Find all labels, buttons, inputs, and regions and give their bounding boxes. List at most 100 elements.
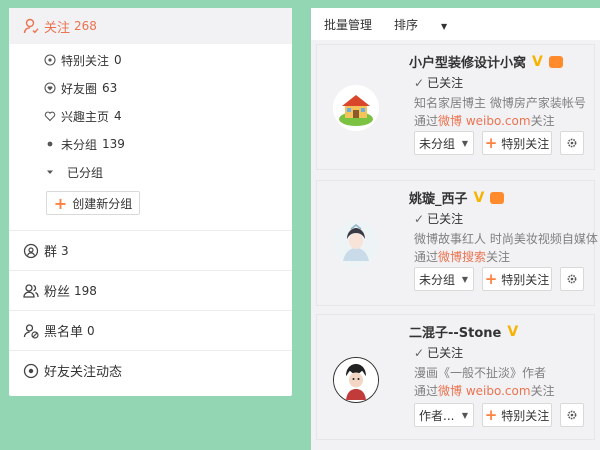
followed-status: ✓ 已关注 bbox=[414, 74, 463, 91]
user-name[interactable]: 姚璇_西子 V bbox=[409, 188, 505, 207]
avatar[interactable] bbox=[333, 85, 379, 131]
vip-crown-icon bbox=[548, 55, 563, 68]
user-name[interactable]: 小户型装修设计小窝 V bbox=[409, 52, 563, 71]
caret-down-icon bbox=[43, 167, 57, 177]
sub-item-label: 特别关注 bbox=[61, 53, 110, 68]
nav-group-label: 好友关注动态 bbox=[44, 365, 123, 380]
blacklist-icon bbox=[22, 322, 40, 340]
check-icon: ✓ bbox=[414, 346, 425, 360]
followed-label: 已关注 bbox=[427, 212, 464, 226]
sub-item-label: 好友圈 bbox=[61, 81, 98, 96]
via-prefix: 通过 bbox=[414, 114, 439, 128]
verified-v-icon: V bbox=[532, 53, 543, 70]
caret-down-icon: ▼ bbox=[461, 410, 468, 420]
follow-list-panel: 批量管理 排序 ▼ 小户型装修设计小窝 V ✓ 已关注 知名家居博主 微博房产家装帐… bbox=[311, 8, 600, 450]
special-follow-label: 特别关注 bbox=[501, 272, 550, 287]
sort-dropdown[interactable]: 排序 ▼ bbox=[394, 16, 469, 33]
check-icon: ✓ bbox=[414, 76, 425, 90]
avatar[interactable] bbox=[333, 221, 379, 267]
nav-fans[interactable]: 粉丝 198 bbox=[9, 270, 292, 310]
card-actions: 未分组 ▼ + 特别关注 bbox=[414, 267, 584, 291]
fans-icon bbox=[22, 282, 40, 300]
caret-down-icon: ▼ bbox=[461, 138, 468, 148]
list-toolbar: 批量管理 排序 ▼ bbox=[311, 8, 600, 40]
sub-item-grouped[interactable]: 已分组 bbox=[9, 158, 292, 186]
group-select[interactable]: 未分组 ▼ bbox=[414, 267, 474, 291]
avatar[interactable] bbox=[333, 357, 379, 403]
sub-item-ungrouped[interactable]: 未分组 139 bbox=[9, 130, 292, 158]
nav-following-label: 关注 bbox=[44, 20, 71, 36]
create-group-label: 创建新分组 bbox=[72, 196, 133, 211]
nav-group-label: 黑名单 bbox=[44, 325, 84, 340]
group-select-value: 作者... bbox=[419, 408, 455, 423]
via-source-link[interactable]: 微博 weibo.com bbox=[438, 384, 531, 398]
sub-item-count: 0 bbox=[114, 53, 122, 67]
sub-item-count: 4 bbox=[114, 109, 122, 123]
sub-item-label: 已分组 bbox=[67, 165, 104, 180]
nav-group-label: 群 bbox=[44, 245, 58, 260]
nav-friend-activity[interactable]: 好友关注动态 bbox=[9, 350, 292, 390]
card-actions: 未分组 ▼ + 特别关注 bbox=[414, 131, 584, 155]
group-select[interactable]: 作者... ▼ bbox=[414, 403, 474, 427]
caret-down-icon: ▼ bbox=[441, 21, 448, 31]
heart-outline-icon bbox=[43, 110, 57, 122]
settings-button[interactable] bbox=[560, 131, 584, 155]
group-chat-icon bbox=[22, 242, 40, 260]
nav-following[interactable]: 关注 268 bbox=[9, 8, 292, 44]
user-description: 漫画《一般不扯淡》作者 bbox=[414, 366, 547, 380]
followed-label: 已关注 bbox=[427, 346, 464, 360]
sub-item-count: 63 bbox=[102, 81, 118, 95]
via-prefix: 通过 bbox=[414, 250, 439, 264]
special-follow-label: 特别关注 bbox=[501, 136, 550, 151]
special-follow-label: 特别关注 bbox=[501, 408, 550, 423]
follow-source: 通过微博搜索关注 bbox=[414, 248, 510, 265]
via-suffix: 关注 bbox=[486, 250, 511, 264]
user-description: 微博故事红人 时尚美妆视频自媒体 bbox=[414, 232, 598, 246]
gear-icon bbox=[567, 410, 577, 420]
sub-item-special[interactable]: 特别关注 0 bbox=[9, 46, 292, 74]
nav-following-count: 268 bbox=[74, 19, 97, 33]
via-suffix: 关注 bbox=[530, 114, 555, 128]
sub-item-count: 139 bbox=[102, 137, 125, 151]
nav-blacklist[interactable]: 黑名单 0 bbox=[9, 310, 292, 350]
sub-item-interest[interactable]: 兴趣主页 4 bbox=[9, 102, 292, 130]
gear-icon bbox=[567, 138, 577, 148]
nav-group-label: 粉丝 bbox=[44, 285, 71, 300]
left-nav-panel: 关注 268 特别关注 0 好友圈 63 兴趣主页 4 未分组 139 已分组 … bbox=[9, 8, 292, 396]
followed-label: 已关注 bbox=[427, 76, 464, 90]
settings-button[interactable] bbox=[560, 403, 584, 427]
settings-button[interactable] bbox=[560, 267, 584, 291]
followed-status: ✓ 已关注 bbox=[414, 210, 463, 227]
special-follow-button[interactable]: + 特别关注 bbox=[482, 403, 552, 427]
plus-icon: + bbox=[484, 406, 498, 424]
group-select-value: 未分组 bbox=[419, 136, 456, 151]
create-group-button[interactable]: + 创建新分组 bbox=[46, 191, 140, 215]
special-follow-button[interactable]: + 特别关注 bbox=[482, 267, 552, 291]
nav-group-count: 0 bbox=[87, 323, 95, 338]
user-card: 二混子--Stone V ✓ 已关注 漫画《一般不扯淡》作者 通过微博 weibo… bbox=[316, 314, 595, 440]
user-name[interactable]: 二混子--Stone V bbox=[409, 322, 519, 342]
group-select[interactable]: 未分组 ▼ bbox=[414, 131, 474, 155]
sort-label: 排序 bbox=[394, 17, 419, 32]
via-source-link[interactable]: 微博 weibo.com bbox=[438, 114, 531, 128]
special-follow-button[interactable]: + 特别关注 bbox=[482, 131, 552, 155]
caret-down-icon: ▼ bbox=[461, 274, 468, 284]
group-select-value: 未分组 bbox=[419, 272, 456, 287]
batch-manage-link[interactable]: 批量管理 bbox=[324, 16, 372, 33]
nav-group-count: 198 bbox=[74, 283, 97, 298]
sub-item-friends[interactable]: 好友圈 63 bbox=[9, 74, 292, 102]
follow-source: 通过微博 weibo.com关注 bbox=[414, 112, 555, 129]
heart-circle-icon bbox=[43, 82, 57, 94]
star-circle-icon bbox=[43, 54, 57, 66]
nav-group-chat[interactable]: 群 3 bbox=[9, 230, 292, 270]
user-card: 姚璇_西子 V ✓ 已关注 微博故事红人 时尚美妆视频自媒体 通过微博搜索关注 未… bbox=[316, 180, 598, 306]
via-suffix: 关注 bbox=[530, 384, 555, 398]
following-icon bbox=[22, 17, 40, 35]
plus-icon: + bbox=[484, 270, 498, 288]
verified-v-icon: V bbox=[507, 323, 519, 340]
via-source-link[interactable]: 微博搜索 bbox=[438, 250, 486, 264]
user-card: 小户型装修设计小窝 V ✓ 已关注 知名家居博主 微博房产家装帐号 通过微博 we… bbox=[316, 44, 595, 170]
user-name-text: 小户型装修设计小窝 bbox=[409, 56, 527, 71]
verified-v-icon: V bbox=[473, 189, 485, 206]
friend-activity-icon bbox=[22, 362, 40, 380]
